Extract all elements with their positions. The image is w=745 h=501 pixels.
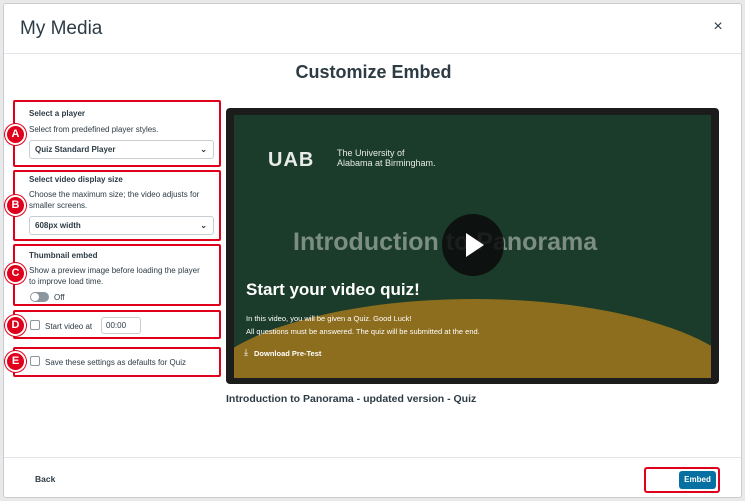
- size-description-1: Choose the maximum size; the video adjus…: [29, 190, 200, 199]
- dialog-title: My Media: [20, 18, 103, 39]
- chevron-down-icon: ⌄: [200, 221, 207, 230]
- start-time-input[interactable]: 00:00: [101, 317, 141, 334]
- start-at-checkbox[interactable]: [30, 320, 40, 330]
- player-select-value: Quiz Standard Player: [35, 145, 116, 154]
- toggle-knob: [31, 293, 39, 301]
- dialog-footer: [4, 457, 741, 499]
- thumbnail-description-1: Show a preview image before loading the …: [29, 266, 200, 275]
- embed-button[interactable]: Embed: [679, 471, 716, 489]
- uab-logo: UAB: [268, 149, 315, 171]
- size-section-title: Select video display size: [29, 175, 123, 184]
- video-frame: UAB The University of Alabama at Birming…: [234, 115, 711, 378]
- thumbnail-toggle[interactable]: [30, 292, 49, 302]
- uab-logo-line-1: The University of: [337, 148, 405, 158]
- size-select[interactable]: 608px width ⌄: [29, 216, 214, 235]
- size-description-2: smaller screens.: [29, 201, 88, 210]
- download-icon: ⤓: [244, 347, 248, 357]
- player-section-title: Select a player: [29, 109, 86, 118]
- video-player[interactable]: UAB The University of Alabama at Birming…: [226, 108, 719, 384]
- annotation-badge-e: E: [5, 351, 26, 372]
- media-dialog: My Media × Customize Embed A Select a pl…: [3, 3, 742, 498]
- annotation-badge-c: C: [5, 263, 26, 284]
- quiz-line-1: In this video, you will be given a Quiz.…: [246, 314, 412, 323]
- video-caption: Introduction to Panorama - updated versi…: [226, 393, 477, 405]
- video-gold-curve: [234, 299, 711, 378]
- chevron-down-icon: ⌄: [200, 145, 207, 154]
- uab-logo-line-2: Alabama at Birmingham.: [337, 158, 436, 168]
- download-pretest-link[interactable]: Download Pre-Test: [254, 349, 321, 358]
- dialog-header: My Media ×: [4, 4, 741, 54]
- player-description: Select from predefined player styles.: [29, 125, 159, 134]
- play-icon: [466, 233, 484, 257]
- back-button[interactable]: Back: [35, 474, 55, 484]
- save-defaults-checkbox[interactable]: [30, 356, 40, 366]
- annotation-box-f: Embed: [644, 467, 720, 493]
- uab-logo-text: The University of Alabama at Birmingham.: [337, 148, 436, 168]
- close-icon[interactable]: ×: [709, 18, 727, 36]
- quiz-title: Start your video quiz!: [246, 280, 420, 299]
- save-defaults-label: Save these settings as defaults for Quiz: [45, 358, 186, 367]
- player-select[interactable]: Quiz Standard Player ⌄: [29, 140, 214, 159]
- thumbnail-description-2: to improve load time.: [29, 277, 104, 286]
- size-select-value: 608px width: [35, 221, 81, 230]
- annotation-badge-a: A: [5, 124, 26, 145]
- thumbnail-toggle-label: Off: [54, 293, 65, 302]
- play-button[interactable]: [442, 214, 504, 276]
- annotation-badge-b: B: [5, 195, 26, 216]
- page-title: Customize Embed: [295, 62, 452, 82]
- thumbnail-section-title: Thumbnail embed: [29, 251, 98, 260]
- quiz-line-2: All questions must be answered. The quiz…: [246, 327, 480, 336]
- start-at-label: Start video at: [45, 322, 93, 331]
- annotation-badge-d: D: [5, 315, 26, 336]
